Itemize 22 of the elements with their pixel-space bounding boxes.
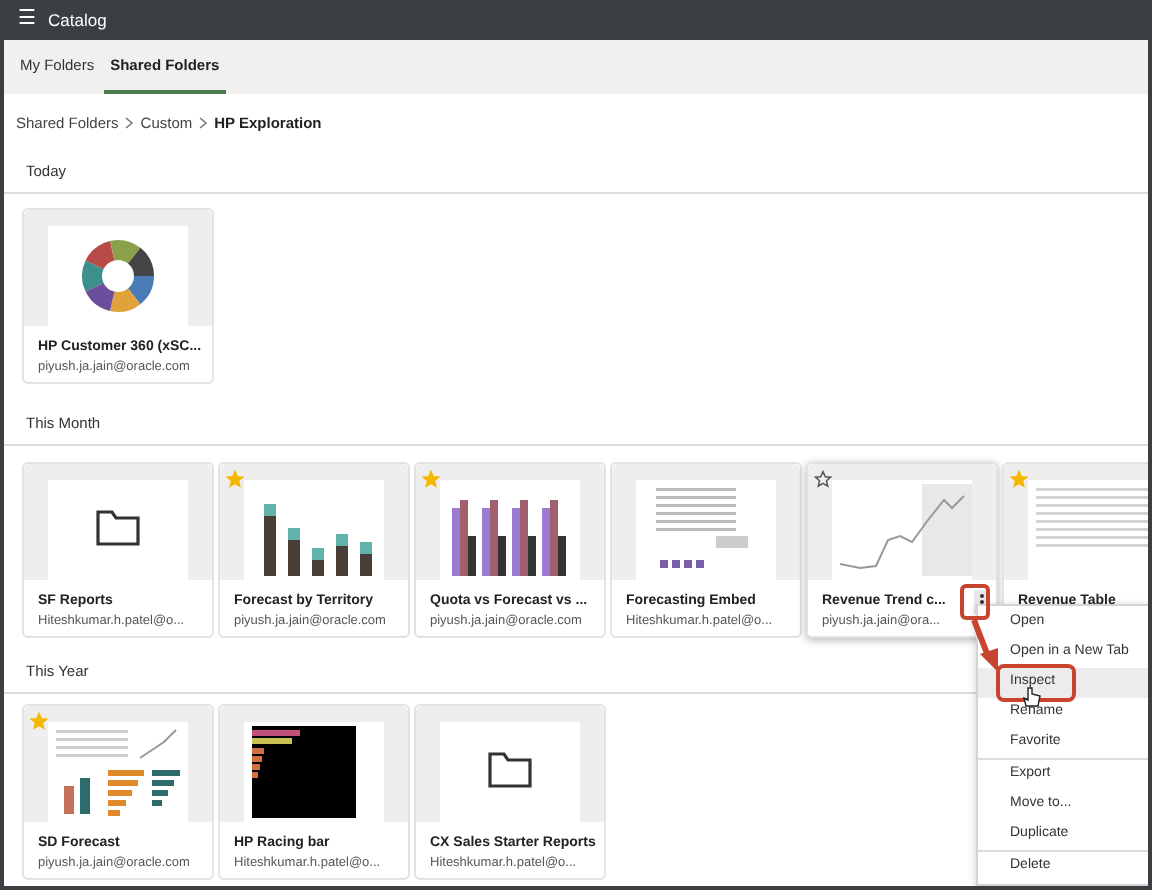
folder-icon [48, 480, 188, 580]
hand-cursor-icon [1022, 687, 1041, 707]
highlight-frame [996, 664, 1076, 702]
app-title: Catalog [48, 9, 107, 31]
star-icon[interactable] [30, 712, 48, 730]
bar-chart-drawing [244, 480, 384, 580]
star-icon[interactable] [814, 470, 832, 488]
dashboard-drawing [48, 722, 188, 822]
racing-bar-chart-drawing [244, 722, 384, 822]
donut-chart-drawing [48, 226, 188, 326]
line-chart-drawing [832, 480, 972, 580]
annotation-arrow [971, 618, 998, 672]
star-icon[interactable] [226, 470, 244, 488]
report-drawing [636, 480, 776, 580]
star-icon[interactable] [1010, 470, 1028, 488]
chevron-icon [198, 115, 209, 129]
folder-icon [440, 722, 580, 822]
chevron-icon [124, 115, 135, 129]
menu-button[interactable]: ☰ [18, 10, 36, 30]
star-icon[interactable] [422, 470, 440, 488]
highlight-frame [960, 584, 990, 620]
bar-chart-drawing [440, 480, 580, 580]
